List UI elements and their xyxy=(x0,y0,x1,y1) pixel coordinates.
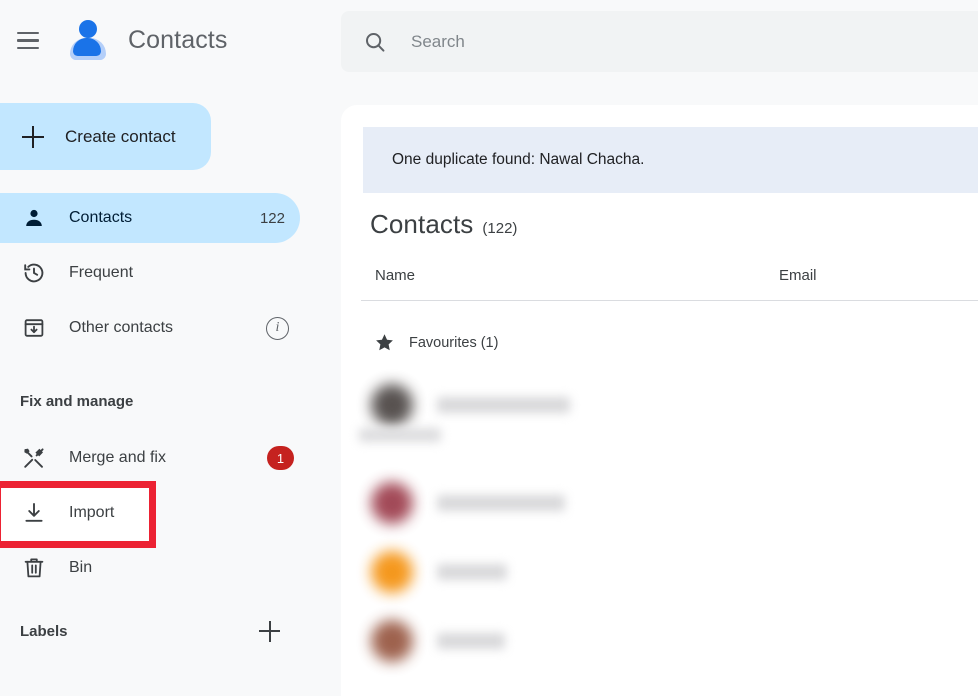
redacted-contact-name xyxy=(437,396,570,413)
section-label-fix-and-manage: Fix and manage xyxy=(20,393,134,410)
sidebar-item-frequent[interactable]: Frequent xyxy=(0,248,341,298)
create-label-plus-icon[interactable] xyxy=(259,620,280,642)
sidebar-nav: Contacts 122 Frequent Other contacts i F… xyxy=(0,193,341,578)
sidebar-item-label: Frequent xyxy=(69,264,134,281)
redacted-contact-name xyxy=(437,563,507,580)
search-icon xyxy=(363,30,387,54)
brand-header: Contacts xyxy=(0,0,341,81)
column-header-email: Email xyxy=(779,267,817,284)
hamburger-line xyxy=(17,31,39,35)
create-contact-label: Create contact xyxy=(65,126,176,146)
sidebar-item-other-contacts[interactable]: Other contacts i xyxy=(0,303,341,353)
main-content: One duplicate found: Nawal Chacha. Conta… xyxy=(341,0,978,696)
archive-down-arrow-icon xyxy=(21,315,47,341)
hamburger-line xyxy=(17,39,39,42)
google-contacts-app: Contacts Create contact Contacts 122 Fre… xyxy=(0,0,978,696)
column-header-name: Name xyxy=(375,267,416,284)
labels-title: Labels xyxy=(20,622,68,640)
info-icon[interactable]: i xyxy=(266,316,289,340)
hamburger-line xyxy=(17,46,39,50)
list-item[interactable] xyxy=(341,370,978,442)
contacts-count: 122 xyxy=(259,209,285,227)
sidebar-item-label: Contacts xyxy=(69,209,133,226)
hammer-wrench-icon xyxy=(21,445,47,471)
star-filled-icon xyxy=(374,332,395,353)
list-item[interactable] xyxy=(341,606,978,675)
avatar xyxy=(371,550,413,593)
sidebar-item-label: Other contacts xyxy=(69,319,174,336)
labels-section-header: Labels xyxy=(0,608,330,654)
duplicate-found-banner[interactable]: One duplicate found: Nawal Chacha. xyxy=(363,127,978,193)
redacted-contact-name xyxy=(437,494,565,511)
duplicate-banner-text: One duplicate found: Nawal Chacha. xyxy=(392,151,645,168)
plus-icon xyxy=(22,125,44,148)
page-title-text: Contacts xyxy=(370,209,474,239)
list-item[interactable] xyxy=(341,537,978,606)
history-clock-icon xyxy=(21,260,47,286)
avatar xyxy=(371,383,413,426)
create-contact-button[interactable]: Create contact xyxy=(0,103,211,170)
sidebar-item-merge-and-fix[interactable]: Merge and fix 1 xyxy=(0,433,341,483)
trash-bin-icon xyxy=(21,555,47,581)
favourites-group-header: Favourites (1) xyxy=(374,332,498,353)
search-input[interactable] xyxy=(411,31,891,52)
contacts-list xyxy=(341,370,978,675)
download-import-icon xyxy=(21,500,47,526)
logo-head xyxy=(79,19,97,38)
app-title: Contacts xyxy=(128,26,228,54)
page-title-count: (122) xyxy=(482,220,518,237)
header-divider xyxy=(361,300,978,301)
redacted-contact-name xyxy=(437,632,505,649)
sidebar-item-contacts[interactable]: Contacts 122 xyxy=(0,193,341,243)
contacts-panel: One duplicate found: Nawal Chacha. Conta… xyxy=(341,105,978,696)
sidebar-item-label: Merge and fix xyxy=(69,449,166,466)
page-title: Contacts (122) xyxy=(370,209,517,240)
sidebar-item-label: Bin xyxy=(69,559,93,576)
favourites-label: Favourites (1) xyxy=(409,334,499,351)
hamburger-menu-icon[interactable] xyxy=(4,17,52,65)
sidebar-item-import-highlighted[interactable]: Import xyxy=(0,488,341,538)
sidebar-item-label: Import xyxy=(69,504,115,521)
sidebar: Contacts Create contact Contacts 122 Fre… xyxy=(0,0,341,696)
avatar xyxy=(371,619,413,662)
avatar xyxy=(371,481,413,524)
person-icon xyxy=(21,205,47,231)
sidebar-item-bin[interactable]: Bin xyxy=(0,543,341,593)
redacted-contact-subline xyxy=(359,428,441,442)
contacts-person-icon xyxy=(66,18,110,64)
search-bar[interactable] xyxy=(341,11,978,72)
list-item[interactable] xyxy=(341,468,978,537)
merge-fix-badge: 1 xyxy=(267,446,294,470)
